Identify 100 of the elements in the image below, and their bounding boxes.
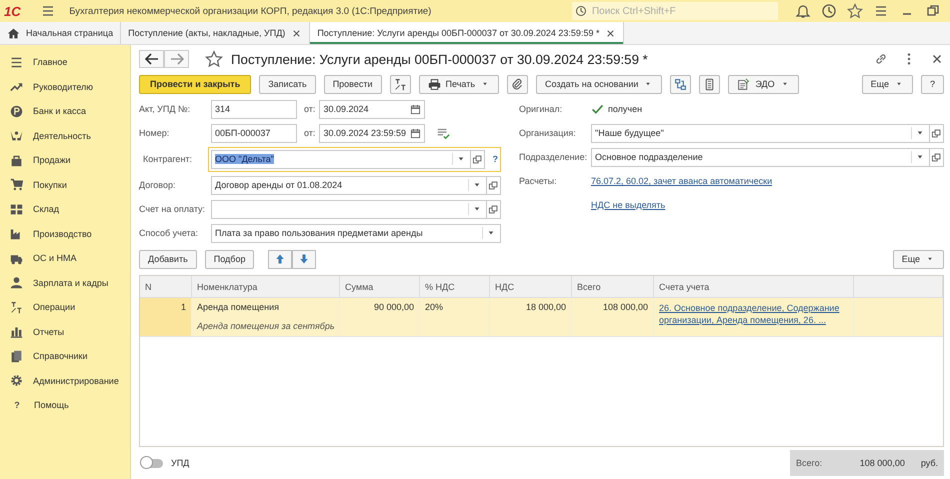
table-cell: 108 000,00 [572, 298, 654, 336]
sidebar-item[interactable]: Главное [0, 50, 130, 74]
ledger-button[interactable] [390, 74, 411, 94]
link[interactable]: 26. Основное подразделение, Содержание организации, Аренда помещения, 26. ... [659, 302, 848, 326]
date-field[interactable]: 30.09.2024 [319, 100, 426, 118]
date-field[interactable]: 30.09.2024 23:59:59 [319, 124, 426, 142]
open-button[interactable] [487, 176, 501, 194]
sidebar-item[interactable]: ? Помощь [0, 393, 130, 418]
menu-button[interactable]: Еще [862, 74, 913, 94]
sidebar-item[interactable]: Руководителю [0, 74, 130, 99]
open-button[interactable] [487, 200, 501, 218]
tab[interactable]: Поступление: Услуги аренды 00БП-000037 от 30.09.2024 23:59:59 * [310, 22, 624, 44]
tab[interactable]: Начальная страница [0, 22, 122, 44]
sidebar-item[interactable]: Продажи [0, 148, 130, 172]
button[interactable]: ? [920, 74, 944, 94]
table-cell: 90 000,00 [340, 298, 420, 336]
text-field[interactable]: 314 [211, 100, 297, 118]
select-field[interactable] [211, 200, 487, 218]
open-button[interactable] [930, 148, 944, 166]
sidebar-item[interactable]: Зарплата и кадры [0, 270, 130, 295]
structure-icon [674, 78, 688, 90]
menu-button[interactable]: Создать на основании [536, 74, 662, 94]
help-link[interactable]: ? [492, 154, 498, 164]
field-label: Акт, УПД №: [139, 104, 192, 114]
field-label: Счет на оплату: [139, 204, 206, 214]
link-icon[interactable] [874, 52, 888, 66]
open-icon [488, 180, 499, 190]
history-icon[interactable] [821, 3, 837, 19]
calculator-button[interactable] [699, 74, 720, 94]
help-icon: ? [10, 400, 24, 410]
move-up-button[interactable] [268, 250, 292, 268]
sidebar-item[interactable]: Справочники [0, 344, 130, 368]
field-label: от: [304, 128, 316, 138]
select-field[interactable]: ООО "Дельта" [211, 150, 470, 168]
print-button[interactable]: Печать [418, 74, 500, 94]
table-cell: 20% [420, 298, 490, 336]
sidebar-item[interactable]: Администрирование [0, 368, 130, 393]
open-icon [931, 128, 942, 138]
button[interactable]: Провести [324, 74, 382, 94]
search-field[interactable]: Поиск Ctrl+Shift+F [572, 2, 778, 20]
sidebar-item[interactable]: Деятельность [0, 124, 130, 148]
checkbox[interactable] [591, 102, 604, 116]
post-and-close-button[interactable]: Провести и закрыть [139, 74, 252, 94]
sidebar-item[interactable]: Производство [0, 222, 130, 246]
sidebar-item[interactable]: Покупки [0, 172, 130, 197]
link[interactable]: 76.07.2, 60.02, зачет аванса автоматически [591, 176, 772, 186]
link[interactable]: НДС не выделять [591, 200, 666, 210]
ledger-icon [10, 300, 23, 314]
sidebar-item[interactable]: Операции [0, 295, 130, 320]
table-cell: 18 000,00 [490, 298, 572, 336]
left-arrow-icon [144, 53, 158, 65]
person-icon [10, 276, 23, 290]
field-label: Номер: [139, 128, 170, 138]
back-button[interactable] [139, 50, 164, 68]
select-field[interactable]: Договор аренды от 01.08.2024 [211, 176, 487, 194]
right-arrow-icon [170, 53, 184, 65]
books-icon [10, 350, 23, 363]
document-menu-button[interactable]: ЭДО [728, 74, 799, 94]
field-label: Договор: [139, 180, 176, 190]
sidebar-item[interactable]: ОС и НМА [0, 246, 130, 270]
sidebar-item[interactable]: Отчеты [0, 320, 130, 344]
calendar-icon [410, 128, 422, 138]
ledger-icon [394, 78, 407, 90]
field-label: от: [304, 104, 316, 114]
star-icon[interactable] [847, 3, 863, 19]
open-button[interactable] [930, 124, 944, 142]
open-button[interactable] [470, 150, 484, 168]
toggle-switch[interactable] [141, 458, 163, 468]
search-icon [574, 5, 587, 17]
open-icon [931, 152, 942, 162]
check-icon [591, 102, 604, 116]
menu-icon [10, 56, 23, 69]
close-icon[interactable] [291, 28, 302, 38]
star-icon[interactable] [205, 50, 223, 68]
checkbox-label: получен [608, 104, 642, 114]
sidebar-item[interactable]: Банк и касса [0, 99, 130, 124]
total-value: 108 000,00 [858, 458, 905, 468]
table-row[interactable]: 1 Аренда помещения Аренда помещения за сентябрь 90 000,00 20% 18 000,00 108 000,00 26. Основное подразделение, Содержание организации, Аренда помещения, 26. ... [140, 298, 943, 337]
field-label: Подразделение: [519, 152, 588, 162]
move-down-button[interactable] [292, 250, 316, 268]
select-field[interactable]: "Наше будущее" [591, 124, 930, 142]
coin-icon [10, 104, 23, 118]
select-field[interactable]: Плата за право пользования предметами аренды [211, 224, 501, 242]
sidebar-item[interactable]: Склад [0, 197, 130, 222]
button[interactable]: Записать [259, 74, 316, 94]
bell-icon[interactable] [795, 3, 811, 19]
table-cell: 1 [140, 298, 192, 336]
document-icon [737, 78, 750, 90]
total-label: Всего: [796, 458, 822, 468]
menu-button[interactable]: Еще [892, 250, 944, 268]
structure-button[interactable] [670, 74, 692, 94]
button[interactable]: Добавить [139, 250, 197, 268]
text-field[interactable]: 00БП-000037 [211, 124, 297, 142]
select-field[interactable]: Основное подразделение [591, 148, 930, 166]
field-label: Контрагент: [142, 154, 194, 164]
button[interactable]: Подбор [204, 250, 254, 268]
paperclip-icon [511, 78, 524, 90]
search-input[interactable]: Поиск Ctrl+Shift+F [590, 4, 774, 18]
attach-button[interactable] [507, 74, 528, 94]
close-icon[interactable] [605, 28, 616, 38]
